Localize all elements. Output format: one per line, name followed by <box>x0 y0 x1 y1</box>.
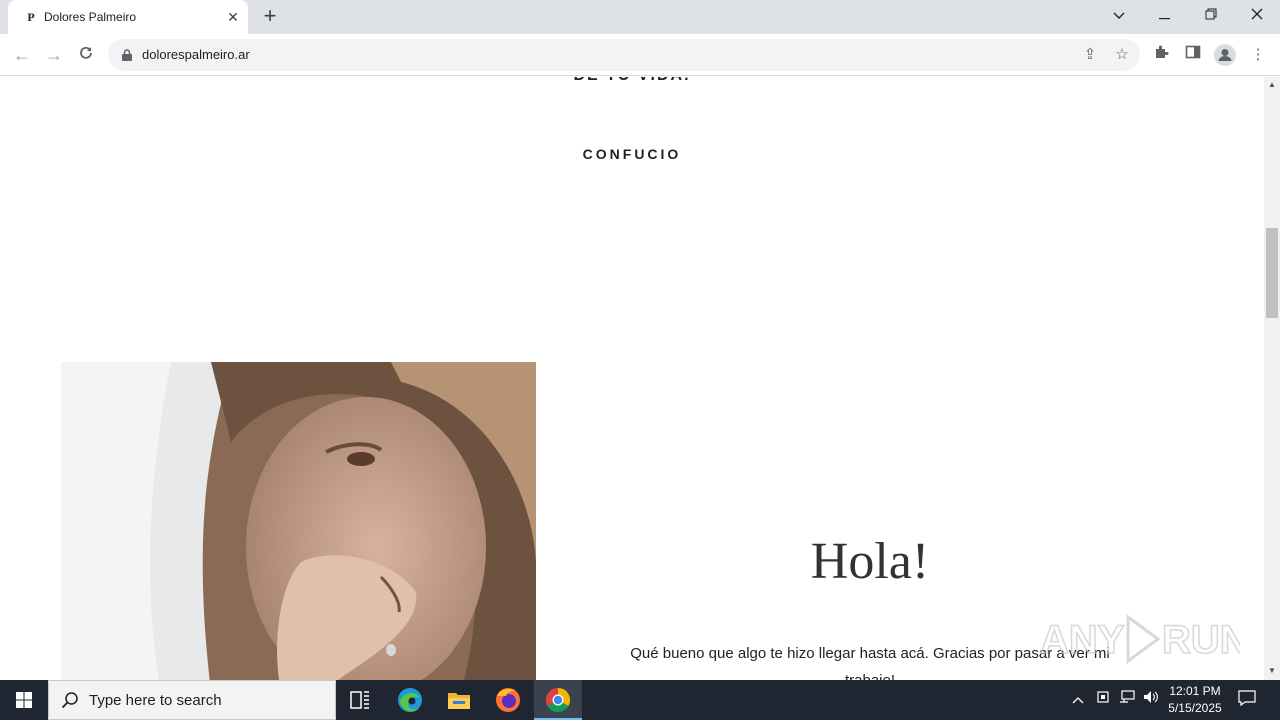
search-placeholder: Type here to search <box>89 692 222 709</box>
portrait-photo <box>61 362 536 680</box>
show-hidden-icons-chevron-up-icon[interactable] <box>1068 690 1088 710</box>
restore-button[interactable] <box>1188 0 1234 30</box>
firefox-icon[interactable] <box>484 680 532 720</box>
svg-text:RUN: RUN <box>1162 618 1240 662</box>
scroll-up-arrow-icon[interactable]: ▲ <box>1266 79 1278 91</box>
clock-date: 5/15/2025 <box>1168 701 1222 715</box>
new-tab-button[interactable]: + <box>258 5 282 29</box>
taskbar-search-box[interactable]: Type here to search <box>48 680 336 720</box>
tab-strip: P Dolores Palmeiro ✕ + <box>0 0 1280 34</box>
quote-author: CONFUCIO <box>582 146 682 162</box>
browser-tab[interactable]: P Dolores Palmeiro ✕ <box>8 0 248 34</box>
scrollbar-thumb[interactable] <box>1266 228 1278 318</box>
page-scrollbar[interactable] <box>1264 77 1280 680</box>
svg-text:ANY: ANY <box>1040 618 1125 662</box>
search-icon <box>61 691 79 714</box>
bookmark-star-icon[interactable]: ☆ <box>1112 45 1132 65</box>
tab-title: Dolores Palmeiro <box>44 10 137 24</box>
close-window-button[interactable] <box>1234 0 1280 30</box>
quote-tail-text: DE TU VIDA. <box>0 77 1264 85</box>
system-clock[interactable]: 12:01 PM 5/15/2025 <box>1160 683 1230 717</box>
lock-icon[interactable] <box>122 48 132 61</box>
file-explorer-icon[interactable] <box>435 680 483 720</box>
url-text[interactable]: dolorespalmeiro.ar <box>142 47 250 62</box>
tab-search-chevron-down-icon[interactable] <box>1096 0 1142 30</box>
forward-button[interactable]: → <box>42 43 66 67</box>
notifications-icon[interactable] <box>1237 690 1257 710</box>
back-button[interactable]: ← <box>10 43 34 67</box>
device-tray-icon[interactable] <box>1093 690 1113 710</box>
side-panel-icon[interactable] <box>1182 44 1204 66</box>
extensions-puzzle-icon[interactable] <box>1150 44 1172 66</box>
volume-speaker-icon[interactable] <box>1141 690 1161 710</box>
edge-browser-icon[interactable] <box>386 680 434 720</box>
task-view-icon[interactable] <box>336 680 384 720</box>
address-bar[interactable]: dolorespalmeiro.ar ⇪ ☆ <box>108 39 1140 71</box>
menu-kebab-icon[interactable]: ⋮ <box>1247 44 1269 66</box>
minimize-button[interactable] <box>1142 0 1188 30</box>
scroll-down-arrow-icon[interactable]: ▼ <box>1266 665 1278 677</box>
chrome-icon[interactable] <box>534 680 582 720</box>
start-button[interactable] <box>0 680 48 720</box>
anyrun-watermark-logo: ANY RUN <box>1039 607 1249 671</box>
reload-button[interactable] <box>74 43 98 67</box>
close-tab-icon[interactable]: ✕ <box>224 8 242 26</box>
web-page: DE TU VIDA. CONFUCIO Hola! Qué bueno que… <box>0 77 1264 680</box>
network-icon[interactable] <box>1117 690 1137 710</box>
browser-toolbar: ← → dolorespalmeiro.ar ⇪ ☆ ⋮ <box>0 34 1280 76</box>
windows-taskbar: Type here to search 12:01 PM 5/15/2025 <box>0 680 1280 720</box>
greeting-heading: Hola! <box>810 533 930 590</box>
favicon-icon: P <box>27 10 35 24</box>
share-icon[interactable]: ⇪ <box>1080 45 1100 65</box>
profile-avatar-icon[interactable] <box>1214 44 1236 66</box>
clock-time: 12:01 PM <box>1169 684 1221 698</box>
